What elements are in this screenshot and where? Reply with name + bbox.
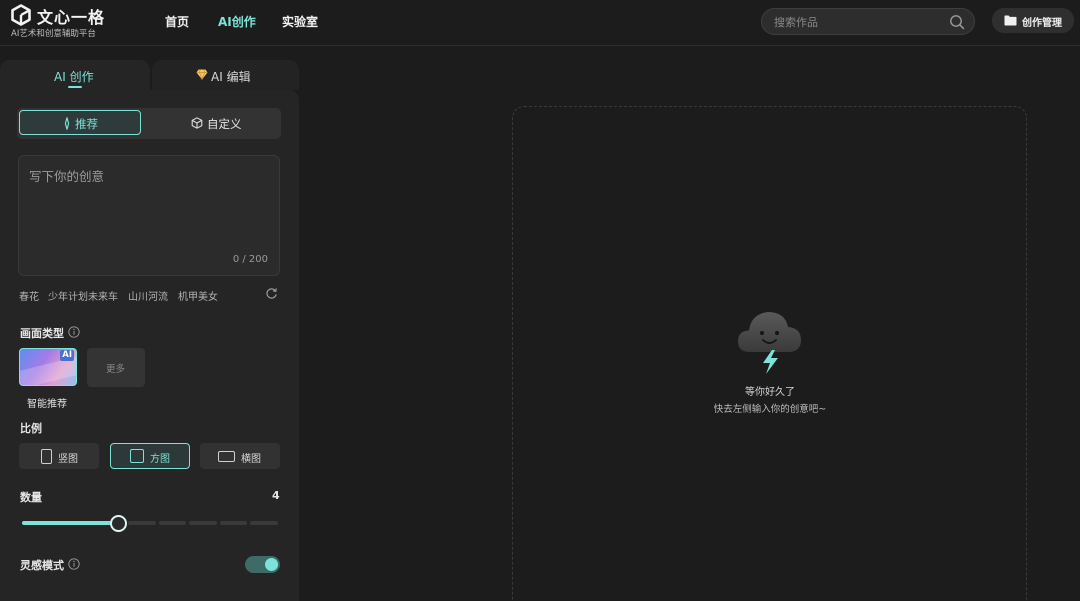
search-input[interactable] [774, 14, 944, 30]
square-shape-icon [130, 449, 144, 463]
cube-outline-icon [191, 117, 203, 129]
logo-cube-icon [11, 4, 31, 26]
nav-home[interactable]: 首页 [165, 13, 189, 30]
tab-ai-edit-label: AI 编辑 [211, 70, 251, 84]
slider-fill [22, 521, 118, 525]
ratio-portrait-label: 竖图 [58, 454, 78, 465]
mode-custom-label: 自定义 [207, 117, 242, 131]
ratio-landscape-button[interactable]: 横图 [200, 443, 280, 469]
suggestion-chip[interactable]: 山川河流 [128, 288, 168, 303]
top-header: 文心一格 AI艺术和创意辅助平台 首页 AI创作 实验室 创作管理 [0, 0, 1080, 46]
diamond-icon [196, 69, 208, 80]
slider-track-segment [128, 521, 156, 525]
folder-icon [1004, 15, 1017, 26]
slider-track-segment [219, 521, 248, 525]
empty-state-subtitle: 快去左侧输入你的创意吧~ [713, 404, 827, 415]
tab-active-indicator [68, 86, 82, 88]
empty-state-title: 等你好久了 [745, 387, 795, 398]
slider-track-segment [189, 521, 217, 525]
search-icon[interactable] [949, 14, 965, 30]
mode-recommend-label: 推荐 [75, 117, 98, 131]
portrait-shape-icon [41, 449, 52, 464]
logo-subtitle: AI艺术和创意辅助平台 [11, 29, 96, 39]
picture-type-smart-card[interactable]: AI [19, 348, 77, 386]
creation-panel: AI 创作 AI 编辑 推荐 自定义 0 / 200 春花 少年计划未来车 山川… [0, 60, 299, 601]
inspire-mode-toggle[interactable] [245, 556, 280, 573]
refresh-icon[interactable] [265, 287, 278, 300]
creation-manage-label: 创作管理 [1022, 18, 1062, 29]
prompt-input[interactable] [29, 166, 269, 246]
prompt-char-counter: 0 / 200 [232, 254, 268, 265]
ai-badge: AI [60, 350, 74, 361]
ratio-square-label: 方图 [150, 454, 170, 465]
mode-recommend-button[interactable]: 推荐 [19, 110, 141, 135]
mode-custom-button[interactable]: 自定义 [149, 110, 279, 137]
ratio-portrait-button[interactable]: 竖图 [19, 443, 99, 469]
cloud-lightning-icon [738, 312, 801, 374]
tab-ai-create-label: AI 创作 [54, 70, 94, 84]
logo-title: 文心一格 [37, 8, 106, 27]
slider-track-segment [158, 521, 187, 525]
info-icon[interactable] [68, 558, 80, 570]
toggle-knob [265, 558, 278, 571]
picture-type-more-button[interactable]: 更多 [87, 348, 145, 387]
slider-track-segment [250, 521, 278, 525]
suggestion-chip[interactable]: 机甲美女 [178, 288, 218, 303]
ratio-square-button[interactable]: 方图 [110, 443, 190, 469]
prompt-box: 0 / 200 [18, 155, 280, 276]
search-box [761, 8, 975, 35]
tab-ai-edit[interactable]: AI 编辑 [152, 60, 299, 90]
ratio-landscape-label: 横图 [241, 454, 261, 465]
picture-type-more-label: 更多 [106, 364, 126, 375]
suggestion-chip[interactable]: 少年计划未来车 [48, 288, 118, 303]
picture-type-title: 画面类型 [20, 327, 64, 340]
creation-manage-button[interactable]: 创作管理 [992, 8, 1074, 33]
count-value: 4 [272, 489, 280, 502]
info-icon[interactable] [68, 326, 80, 338]
slider-thumb[interactable] [110, 515, 127, 532]
suggestion-chip[interactable]: 春花 [19, 288, 39, 303]
ratio-title: 比例 [20, 422, 42, 435]
count-slider[interactable] [22, 515, 278, 532]
nav-ai-create[interactable]: AI创作 [218, 13, 256, 30]
inspire-mode-title: 灵感模式 [20, 559, 64, 572]
landscape-shape-icon [218, 451, 235, 462]
sparkle-icon [64, 117, 70, 130]
nav-lab[interactable]: 实验室 [282, 13, 318, 30]
mode-switch: 推荐 自定义 [17, 108, 281, 139]
count-title: 数量 [20, 491, 42, 504]
tab-ai-create[interactable]: AI 创作 [0, 60, 150, 92]
